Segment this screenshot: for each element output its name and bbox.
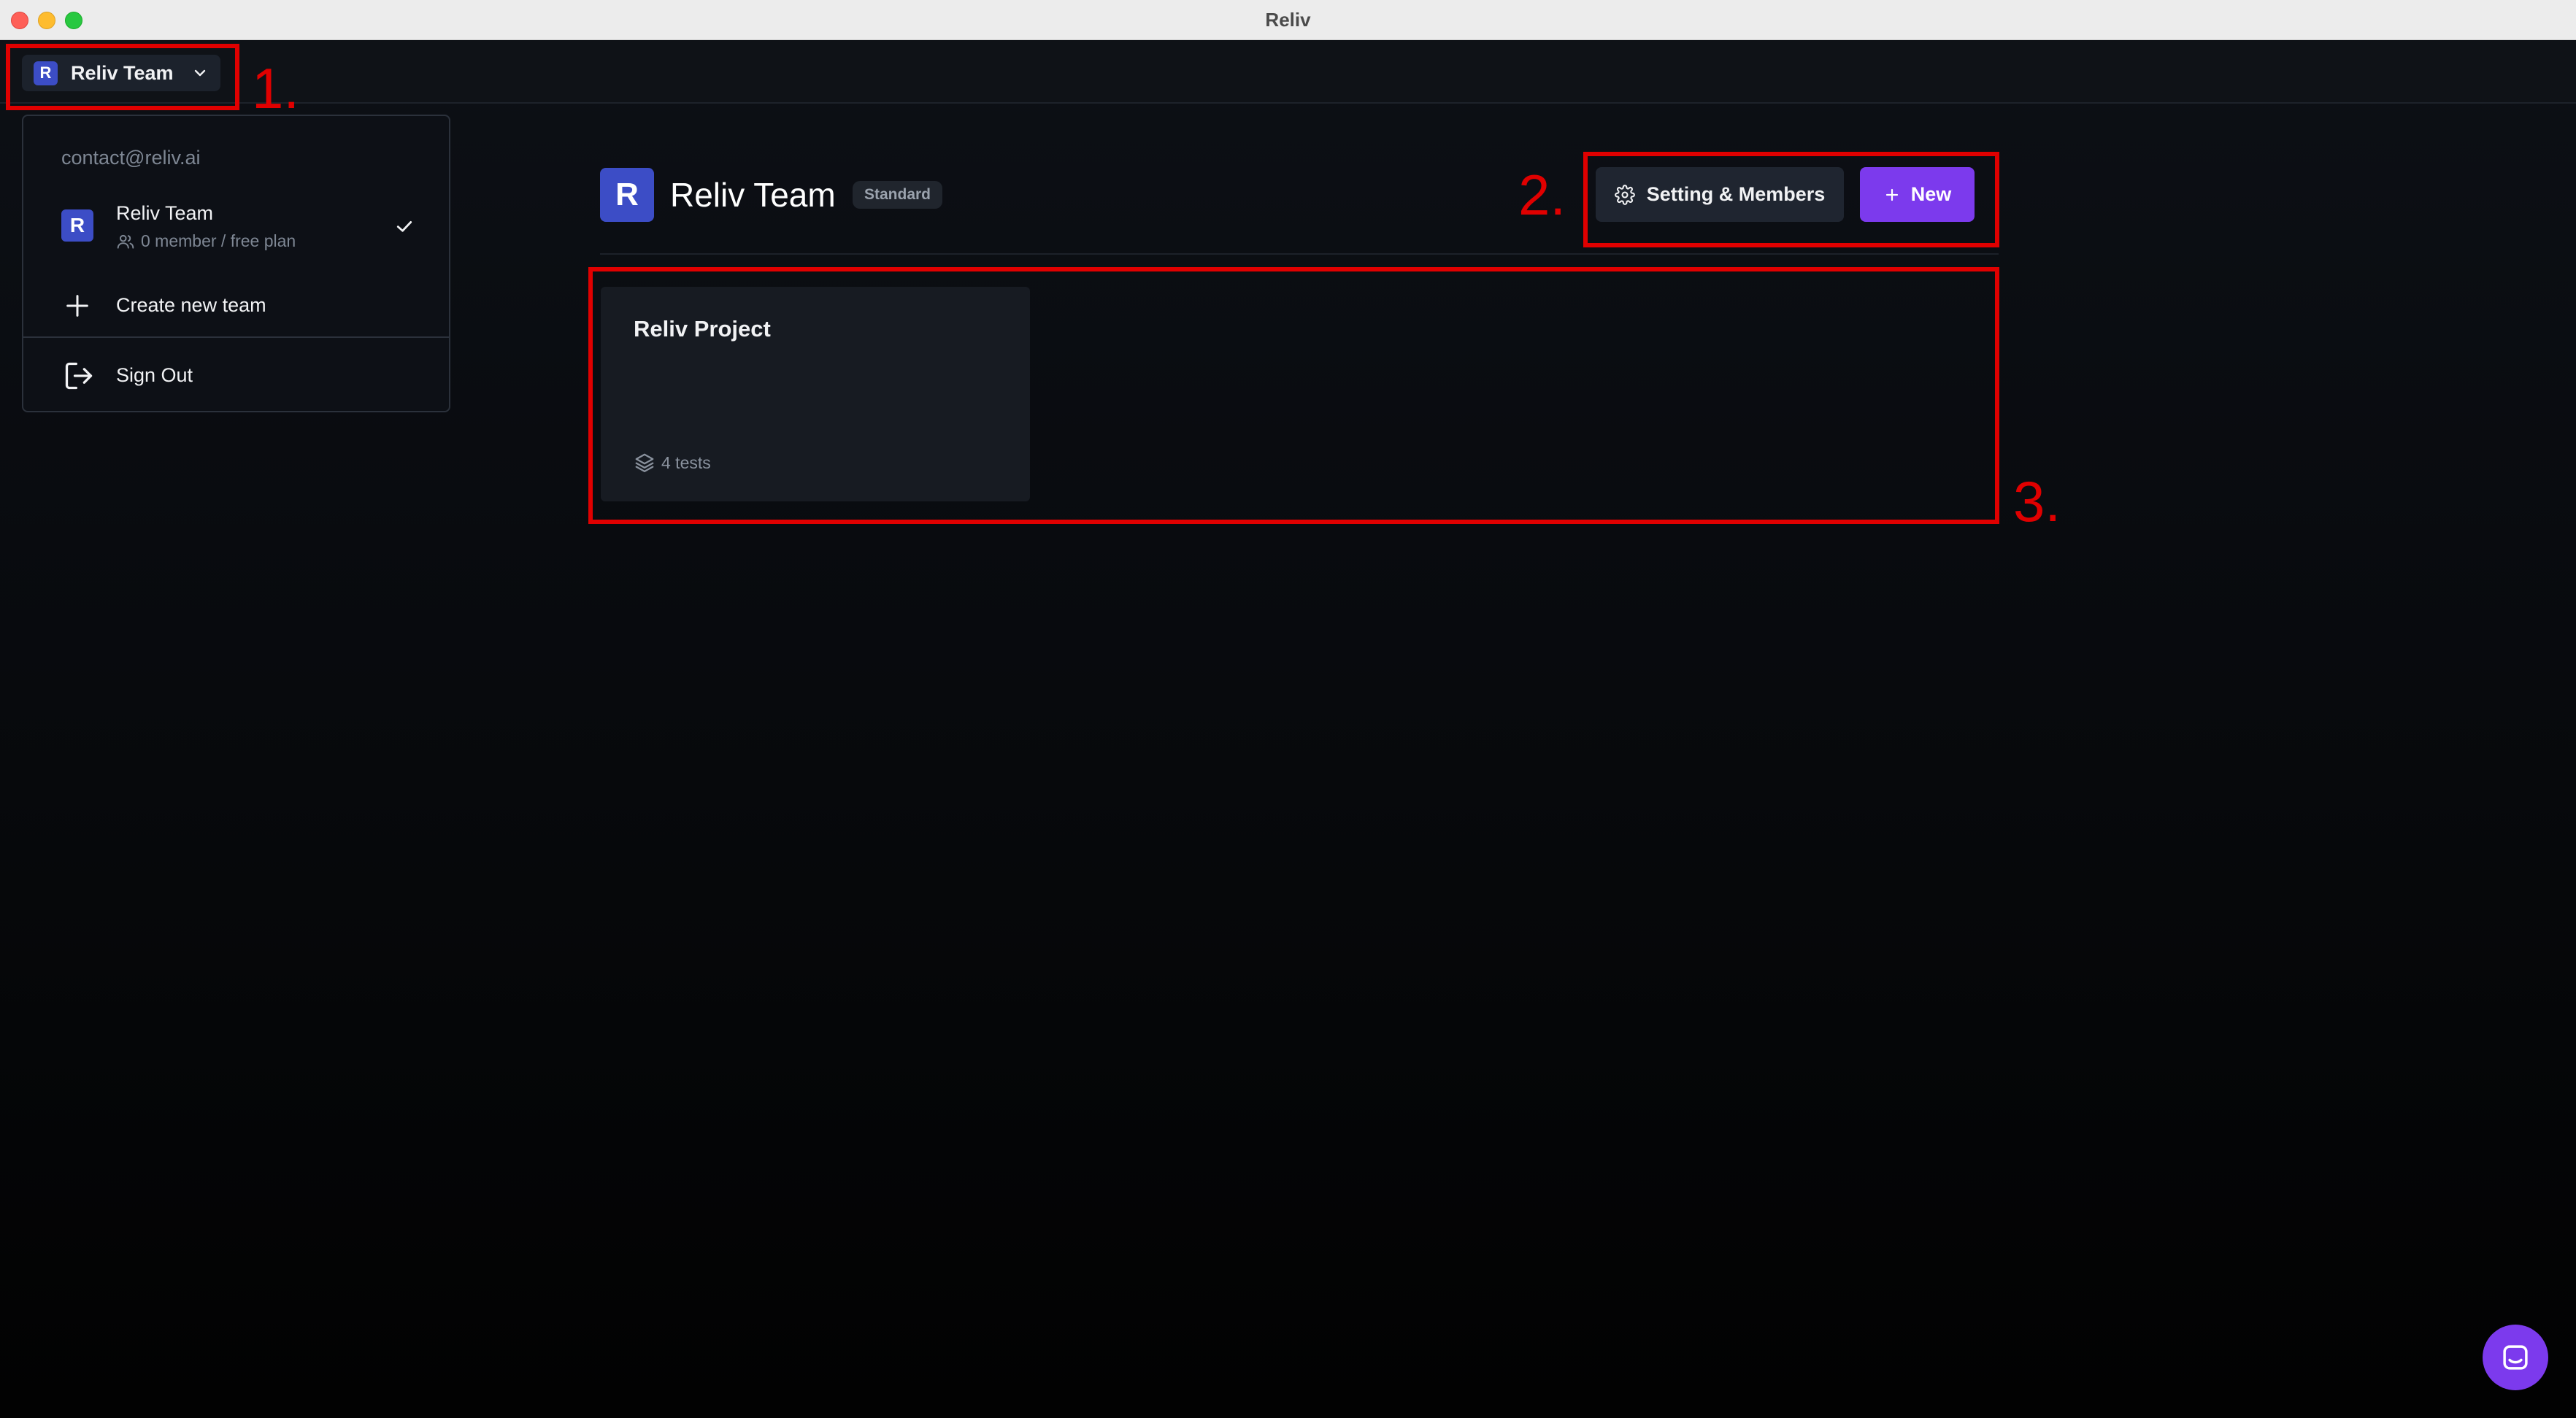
- team-subtitle: 0 member / free plan: [116, 231, 296, 251]
- annotation-label-2: 2.: [1518, 163, 1566, 227]
- account-email: contact@reliv.ai: [61, 147, 201, 169]
- annotation-label-3: 3.: [2013, 469, 2061, 533]
- team-dropdown-menu: contact@reliv.ai R Reliv Team 0 member /…: [22, 115, 450, 412]
- plus-icon: [1885, 188, 1898, 201]
- team-name: Reliv Team: [116, 202, 214, 224]
- project-title: Reliv Project: [634, 316, 771, 342]
- sign-out-item[interactable]: Sign Out: [25, 347, 447, 405]
- top-bar: R Reliv Team: [0, 40, 2576, 104]
- team-switcher-button[interactable]: R Reliv Team: [22, 55, 220, 91]
- team-avatar: R: [61, 209, 93, 242]
- chevron-down-icon: [194, 69, 206, 77]
- users-icon: [117, 234, 134, 249]
- settings-members-label: Setting & Members: [1646, 183, 1826, 205]
- settings-members-button[interactable]: Setting & Members: [1596, 167, 1844, 222]
- chat-support-button[interactable]: [2483, 1325, 2548, 1390]
- header-divider: [600, 253, 1999, 255]
- create-new-team-item[interactable]: Create new team: [25, 277, 447, 335]
- plus-icon: [66, 295, 88, 317]
- sign-out-label: Sign Out: [116, 364, 193, 386]
- create-new-team-label: Create new team: [116, 294, 266, 316]
- team-switcher-label: Reliv Team: [71, 61, 174, 84]
- team-plan-text: 0 member / free plan: [141, 231, 296, 250]
- new-button[interactable]: New: [1860, 167, 1975, 222]
- page-title: Reliv Team: [670, 176, 836, 214]
- project-tests-count: 4 tests: [634, 452, 711, 474]
- project-card[interactable]: Reliv Project 4 tests: [601, 287, 1030, 501]
- window-title: Reliv: [1265, 9, 1311, 31]
- layers-icon: [635, 453, 654, 472]
- team-avatar-large: R: [600, 168, 654, 222]
- title-bar: Reliv: [0, 0, 2576, 40]
- project-tests-label: 4 tests: [661, 452, 711, 472]
- menu-divider: [23, 336, 449, 338]
- app-window: Reliv R Reliv Team contact@reliv.ai R Re…: [0, 0, 2576, 1418]
- new-button-label: New: [1910, 183, 1952, 205]
- checkmark-icon: [396, 221, 412, 232]
- dropdown-item-reliv-team[interactable]: R Reliv Team 0 member / free plan: [25, 192, 447, 262]
- plan-badge: Standard: [853, 181, 943, 209]
- team-avatar: R: [34, 61, 58, 85]
- sign-out-icon: [65, 362, 93, 390]
- chat-icon: [2503, 1345, 2528, 1370]
- gear-icon: [1614, 184, 1635, 205]
